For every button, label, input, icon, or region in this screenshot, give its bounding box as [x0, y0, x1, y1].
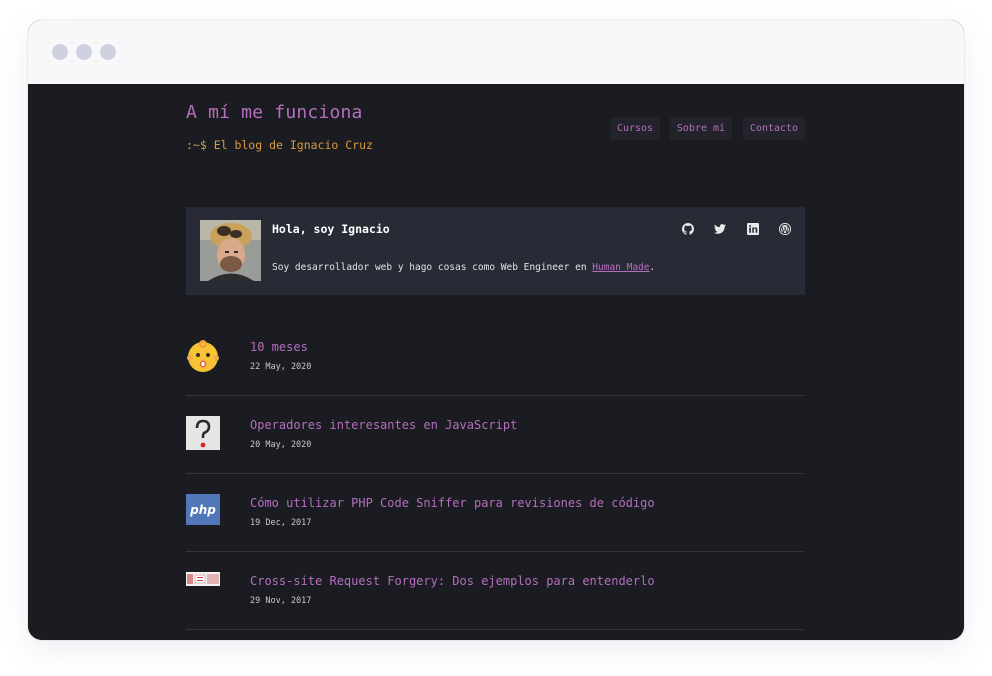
bio-greeting: Hola, soy Ignacio [272, 222, 390, 236]
php-logo-icon: php [186, 494, 220, 525]
post-title[interactable]: Cómo utilizar PHP Code Sniffer para revi… [250, 496, 655, 510]
browser-window: A mí me funciona :~$ El blog de Ignacio … [28, 20, 964, 640]
window-dot-icon [76, 44, 92, 60]
baby-face-icon [187, 340, 219, 372]
post-item: Cross-site Request Forgery: Dos ejemplos… [186, 551, 804, 630]
employer-link[interactable]: Human Made [592, 262, 649, 273]
window-titlebar [28, 20, 964, 84]
wordpress-icon[interactable] [779, 223, 791, 235]
avatar [200, 220, 261, 281]
post-title[interactable]: Cross-site Request Forgery: Dos ejemplos… [250, 574, 655, 588]
nav-item-contacto[interactable]: Contacto [743, 117, 805, 140]
site-tagline: :~$ El blog de Ignacio Cruz [186, 138, 373, 152]
bio-description: Soy desarrollador web y hago cosas como … [272, 262, 655, 273]
page-content: A mí me funciona :~$ El blog de Ignacio … [28, 84, 964, 640]
author-bio-card: Hola, soy Ignacio Soy desarrollador web … [186, 207, 805, 295]
post-date: 19 Dec, 2017 [250, 518, 312, 528]
bio-description-end: . [649, 262, 656, 273]
twitter-icon[interactable] [714, 223, 726, 235]
github-icon[interactable] [682, 223, 694, 235]
post-date: 29 Nov, 2017 [250, 596, 312, 606]
post-date: 20 May, 2020 [250, 440, 312, 450]
site-title[interactable]: A mí me funciona [186, 102, 363, 123]
post-title[interactable]: Operadores interesantes en JavaScript [250, 418, 517, 432]
window-dot-icon [52, 44, 68, 60]
post-title[interactable]: 10 meses [250, 340, 308, 354]
post-date: 22 May, 2020 [250, 362, 312, 372]
linkedin-icon[interactable] [747, 223, 759, 235]
nav-item-sobre-mi[interactable]: Sobre mí [670, 117, 732, 140]
question-mark-icon [186, 416, 220, 450]
bio-description-text: Soy desarrollador web y hago cosas como … [272, 262, 593, 273]
post-item: 10 meses 22 May, 2020 [186, 317, 804, 396]
window-dot-icon [100, 44, 116, 60]
csrf-thumbnail-icon [186, 572, 220, 586]
php-logo-text: php [189, 503, 216, 517]
post-item: Operadores interesantes en JavaScript 20… [186, 395, 804, 474]
nav-item-cursos[interactable]: Cursos [610, 117, 660, 140]
post-item: php Cómo utilizar PHP Code Sniffer para … [186, 473, 804, 552]
